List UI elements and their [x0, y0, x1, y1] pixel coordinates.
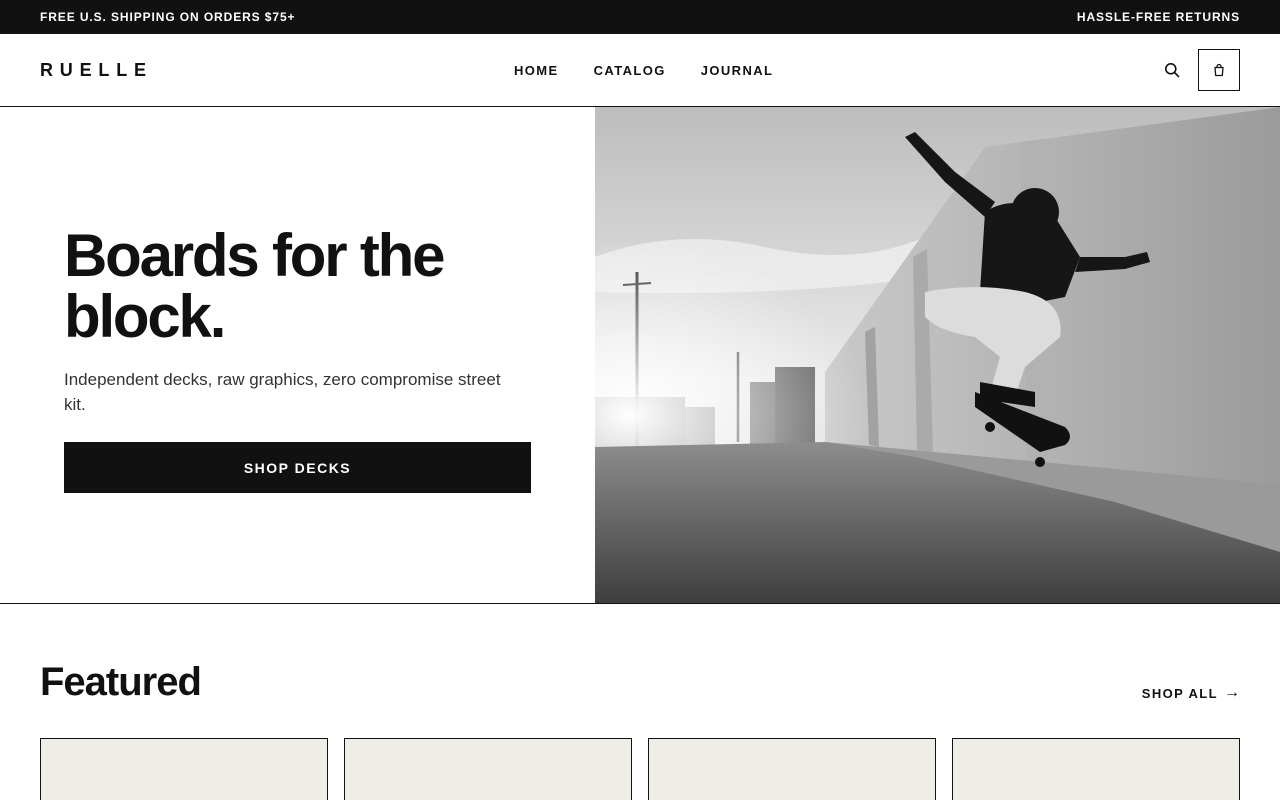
- hero-title-line2: block.: [64, 283, 226, 350]
- shop-all-link[interactable]: SHOP ALL →: [1142, 684, 1240, 702]
- logo[interactable]: RUELLE: [40, 60, 153, 81]
- site-header: RUELLE HOME CATALOG JOURNAL: [0, 34, 1280, 107]
- announcement-bar: FREE U.S. SHIPPING ON ORDERS $75+ HASSLE…: [0, 0, 1280, 34]
- main-nav: HOME CATALOG JOURNAL: [514, 34, 773, 106]
- featured-header: Featured SHOP ALL →: [40, 660, 1240, 704]
- nav-journal[interactable]: JOURNAL: [701, 63, 774, 78]
- header-actions: [1162, 49, 1240, 91]
- shipping-message: FREE U.S. SHIPPING ON ORDERS $75+: [40, 10, 296, 24]
- product-card[interactable]: [344, 738, 632, 800]
- shop-all-label: SHOP ALL: [1141, 685, 1218, 701]
- shopping-bag-icon: [1214, 63, 1224, 77]
- hero-title-line1: Boards for the: [64, 222, 445, 289]
- hero-copy: Boards for the block. Independent decks,…: [0, 107, 595, 603]
- nav-home[interactable]: HOME: [514, 63, 559, 78]
- search-icon: [1165, 63, 1180, 78]
- skateboarder-photo: [595, 107, 1280, 603]
- product-grid: [40, 738, 1240, 800]
- product-card[interactable]: [952, 738, 1240, 800]
- nav-catalog[interactable]: CATALOG: [594, 63, 666, 78]
- hero-title: Boards for the block.: [64, 225, 534, 347]
- returns-message: HASSLE-FREE RETURNS: [1076, 10, 1240, 24]
- hero-subtitle: Independent decks, raw graphics, zero co…: [64, 370, 501, 414]
- shop-decks-button[interactable]: SHOP DECKS: [64, 442, 531, 493]
- cart-button[interactable]: [1198, 49, 1240, 91]
- product-card[interactable]: [40, 738, 328, 800]
- product-card[interactable]: [648, 738, 936, 800]
- featured-section: Featured SHOP ALL →: [0, 604, 1280, 800]
- arrow-right-icon: →: [1224, 684, 1240, 701]
- search-button[interactable]: [1162, 60, 1182, 80]
- featured-title: Featured: [40, 660, 202, 704]
- hero-section: Boards for the block. Independent decks,…: [0, 107, 1280, 604]
